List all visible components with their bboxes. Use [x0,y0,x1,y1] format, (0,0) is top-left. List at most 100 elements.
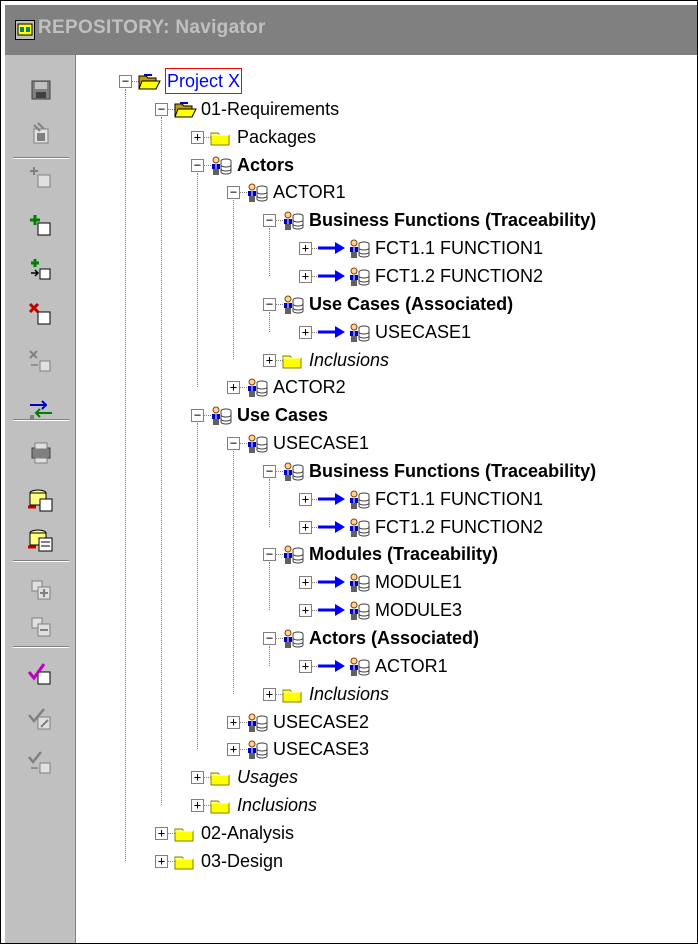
tree-node[interactable]: − Business Functions (Traceability) [79,457,697,485]
repository-element-icon [347,238,371,260]
tree-node[interactable]: − ACTOR1 [79,178,697,206]
expand-node-icon[interactable]: + [263,687,276,701]
tree-node-label: MODULE3 [375,600,463,621]
expand-node-icon[interactable]: + [227,715,240,729]
insert-object-button[interactable] [26,163,56,193]
export-form-icon [28,529,53,552]
tree-node-label: Inclusions [309,349,390,370]
collapse-node-icon[interactable]: − [191,409,204,423]
tree-node[interactable]: − Business Functions (Traceability) [79,206,697,234]
delete-icon [28,302,51,325]
tree-node[interactable]: − Actors (Associated) [79,624,697,652]
tree-node[interactable]: + USECASE2 [79,708,697,736]
link-arrow-icon [317,323,347,346]
check-edit-button[interactable] [26,705,56,735]
link-arrow-icon [317,601,347,624]
tree-node[interactable]: + USECASE1 [79,318,697,346]
expand-node-icon[interactable]: + [191,799,204,813]
collapse-node-icon[interactable]: − [119,75,132,88]
export-button[interactable] [26,485,56,515]
expand-node-icon[interactable]: + [299,325,312,339]
expand-node-icon[interactable]: + [155,854,168,868]
delete-button[interactable] [26,300,56,330]
repository-element-icon [245,182,269,204]
toolbar-separator [13,157,69,159]
tree-node[interactable]: − USECASE1 [79,429,697,457]
collapse-node-icon[interactable]: − [263,548,276,562]
tree-node[interactable]: + Inclusions [79,680,697,708]
expand-node-icon[interactable]: + [299,242,312,256]
collapse-node-icon[interactable]: − [263,464,276,478]
collapse-node-icon[interactable]: − [227,186,240,200]
expand-node-icon[interactable]: + [191,771,204,785]
tree-node-label: ACTOR1 [375,655,448,676]
tree-node[interactable]: + Usages [79,763,697,791]
tree-node[interactable]: − Modules (Traceability) [79,540,697,568]
collapse-node-icon[interactable]: − [263,214,276,228]
expand-node-icon[interactable]: + [155,826,168,840]
tree-node[interactable]: + FCT1.1 FUNCTION1 [79,485,697,513]
check-icon [27,663,51,685]
repository-element-icon [281,294,305,316]
export-form-button[interactable] [26,525,56,555]
check-link-button[interactable] [26,749,56,779]
tree-node[interactable]: + MODULE1 [79,568,697,596]
collapse-node-icon[interactable]: − [191,158,204,172]
tree-node-label: USECASE1 [375,321,472,342]
transfer-button[interactable] [26,395,56,425]
folder-icon [173,851,197,873]
title-bar[interactable]: REPOSITORY: Navigator [5,5,697,55]
tree-node-label: FCT1.1 FUNCTION1 [375,238,544,259]
delete-link-button[interactable] [26,347,56,377]
tree-node[interactable]: − 01-Requirements [79,95,697,123]
tree-node[interactable]: − Actors [79,151,697,179]
expand-node-icon[interactable]: + [299,576,312,590]
expand-node-icon[interactable]: + [191,130,204,144]
tree-node[interactable]: + FCT1.2 FUNCTION2 [79,262,697,290]
repository-element-icon [281,628,305,650]
tree-node[interactable]: + Inclusions [79,791,697,819]
tree-node-label: 01-Requirements [201,98,340,119]
print-button[interactable] [26,438,56,468]
tree-node[interactable]: − Use Cases (Associated) [79,290,697,318]
toolbar-separator [13,418,69,421]
expand-node-icon[interactable]: + [299,492,312,506]
repository-element-icon [281,544,305,566]
edit-object-button[interactable] [26,119,56,149]
collapse-node-icon[interactable]: − [263,297,276,311]
tree-node[interactable]: +03-Design [79,847,697,875]
open-folder-icon [137,71,161,93]
collapse-node-icon[interactable]: − [263,632,276,645]
tree-node[interactable]: − Use Cases [79,401,697,429]
check-button[interactable] [26,660,56,690]
add-child-button[interactable] [26,211,56,241]
tree-node[interactable]: + Packages [79,123,697,151]
tree-node[interactable]: +02-Analysis [79,819,697,847]
expand-node-icon[interactable]: + [299,269,312,283]
tree-node[interactable]: + Inclusions [79,346,697,374]
repository-element-icon [245,712,269,734]
expand-node-icon[interactable]: + [299,520,312,534]
tree-node[interactable]: + ACTOR2 [79,373,697,401]
tree-node[interactable]: + USECASE3 [79,735,697,763]
link-arrow-icon [317,267,347,290]
tree-node[interactable]: − Project X [79,67,697,95]
expand-node-icon[interactable]: + [227,381,240,395]
expand-node-icon[interactable]: + [299,659,312,673]
add-link-button[interactable] [26,255,56,285]
tree-node[interactable]: + MODULE3 [79,596,697,624]
collapse-button[interactable] [26,612,56,642]
save-button[interactable] [26,75,56,105]
expand-node-icon[interactable]: + [299,604,312,618]
expand-node-icon[interactable]: + [227,743,240,757]
expand-button[interactable] [26,575,56,605]
collapse-node-icon[interactable]: − [227,437,240,451]
tree-node[interactable]: + FCT1.2 FUNCTION2 [79,513,697,541]
tree-node[interactable]: + ACTOR1 [79,652,697,680]
tree-node[interactable]: + FCT1.1 FUNCTION1 [79,234,697,262]
collapse-node-icon[interactable]: − [155,102,168,116]
expand-node-icon[interactable]: + [263,353,276,367]
repository-element-icon [347,266,371,288]
repository-tree[interactable]: − Project X − 01-Requirements + Packages − Acto… [79,55,697,943]
navigator-app-icon [15,20,35,40]
